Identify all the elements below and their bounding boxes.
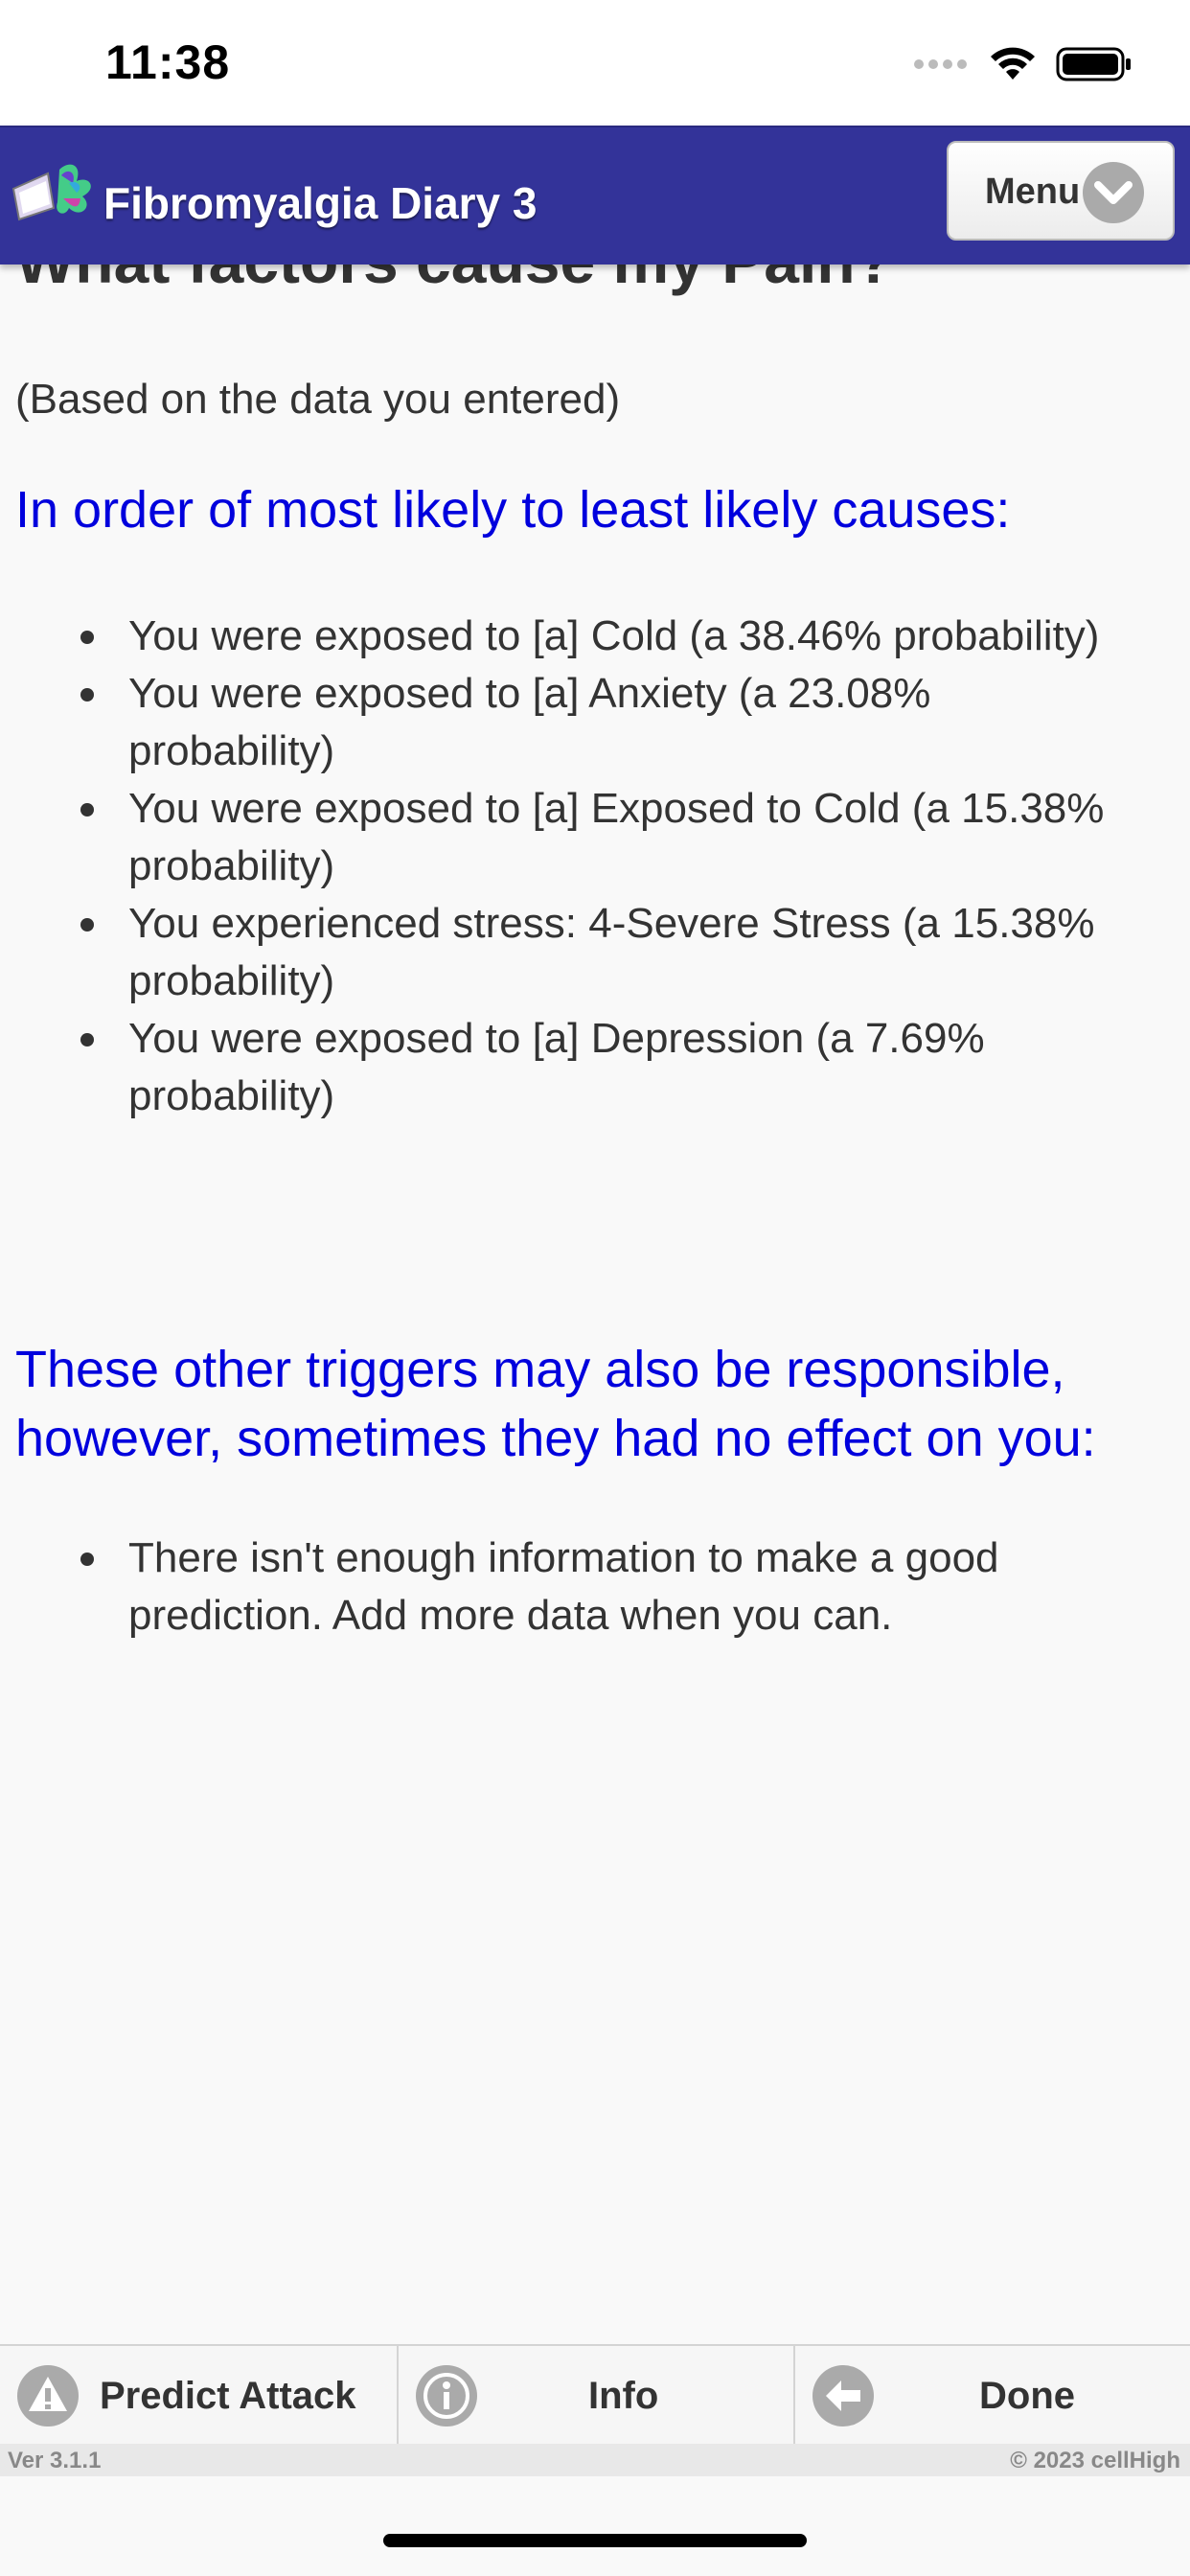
cellular-signal-icon [914,59,967,69]
app-logo-icon [11,164,91,221]
menu-button[interactable]: Menu [947,141,1175,241]
list-item: There isn't enough information to make a… [80,1530,1144,1644]
predict-attack-button[interactable]: Predict Attack [0,2346,397,2446]
list-item: You were exposed to [a] Cold (a 38.46% p… [80,608,1144,665]
list-item: You were exposed to [a] Exposed to Cold … [80,780,1144,895]
app-header: Fibromyalgia Diary 3 Menu [0,126,1190,264]
status-time: 11:38 [105,35,231,89]
done-button[interactable]: Done [793,2346,1190,2446]
done-label: Done [979,2375,1075,2417]
copyright-text: © 2023 cellHigh [1010,2448,1180,2473]
info-button[interactable]: Info [397,2346,793,2446]
likely-causes-list: You were exposed to [a] Cold (a 38.46% p… [0,608,1144,1125]
info-icon [416,2365,477,2426]
other-triggers-list: There isn't enough information to make a… [0,1530,1144,1644]
status-icons [914,42,1133,86]
likely-causes-heading: In order of most likely to least likely … [15,481,1011,539]
list-item: You were exposed to [a] Depression (a 7.… [80,1010,1144,1125]
predict-attack-label: Predict Attack [100,2375,356,2417]
page-subtitle: (Based on the data you entered) [15,376,621,423]
other-triggers-heading: These other triggers may also be respons… [15,1341,1096,1467]
wifi-icon [991,47,1035,80]
list-item: You were exposed to [a] Anxiety (a 23.08… [80,665,1144,780]
arrow-left-icon [812,2365,874,2426]
info-label: Info [588,2375,659,2417]
home-indicator[interactable] [383,2534,807,2547]
warning-icon [17,2365,79,2426]
list-item: You experienced stress: 4-Severe Stress … [80,895,1144,1010]
status-bar: 11:38 [0,0,1190,126]
footer-bar: Ver 3.1.1 © 2023 cellHigh [0,2444,1190,2476]
chevron-down-icon [1083,162,1144,223]
app-title: Fibromyalgia Diary 3 [103,178,538,228]
version-text: Ver 3.1.1 [8,2448,102,2473]
battery-icon [1056,47,1131,81]
bottom-tabbar: Predict Attack Info Done [0,2344,1190,2446]
menu-button-label: Menu [985,172,1081,212]
